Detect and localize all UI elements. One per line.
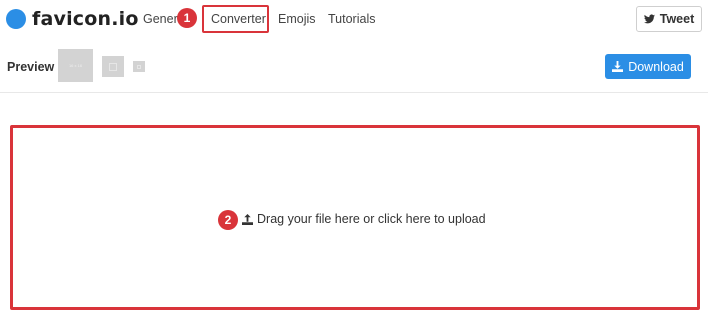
preview-thumbnail-large: 16 x 16 <box>58 49 93 82</box>
tweet-label: Tweet <box>659 12 695 26</box>
logo-text: favicon.io <box>32 8 139 30</box>
nav-tutorials[interactable]: Tutorials <box>328 12 375 26</box>
converter-highlight-box <box>202 5 269 33</box>
twitter-icon <box>643 14 655 24</box>
upload-icon <box>242 213 253 225</box>
logo-circle-icon <box>6 9 26 29</box>
preview-thumbnail-small <box>133 61 145 72</box>
tweet-button[interactable]: Tweet <box>636 6 702 32</box>
header-divider <box>0 92 708 93</box>
nav-generator[interactable]: Generator <box>143 12 181 26</box>
download-button[interactable]: Download <box>605 54 691 79</box>
logo[interactable]: favicon.io <box>6 8 139 30</box>
download-icon <box>612 61 624 72</box>
annotation-badge-2: 2 <box>218 210 238 230</box>
nav-emojis[interactable]: Emojis <box>278 12 316 26</box>
annotation-badge-1: 1 <box>177 8 197 28</box>
upload-text: Drag your file here or click here to upl… <box>257 212 486 226</box>
preview-thumbnail-medium <box>102 56 124 77</box>
thumbnail-caption: 16 x 16 <box>68 63 83 68</box>
preview-label: Preview <box>7 60 55 74</box>
download-label: Download <box>628 59 684 74</box>
upload-prompt[interactable]: Drag your file here or click here to upl… <box>242 212 486 226</box>
